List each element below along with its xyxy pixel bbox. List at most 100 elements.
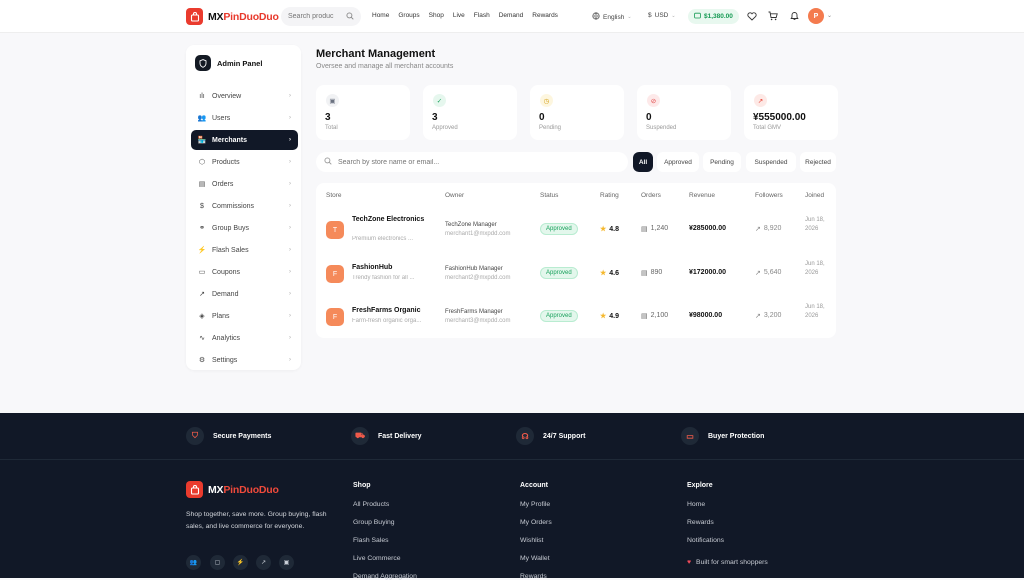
footer-link-my-orders[interactable]: My Orders xyxy=(520,519,552,526)
column-header-owner[interactable]: Owner xyxy=(445,192,464,199)
footer-link-my-wallet[interactable]: My Wallet xyxy=(520,555,550,562)
footer-link-group-buying[interactable]: Group Buying xyxy=(353,519,395,526)
footer-link-all-products[interactable]: All Products xyxy=(353,501,389,508)
merchant-search[interactable] xyxy=(316,152,628,172)
package-icon[interactable]: ▢ xyxy=(210,555,225,570)
revenue: ¥98000.00 xyxy=(689,312,723,319)
trend-icon[interactable]: ↗ xyxy=(256,555,271,570)
footer-link-rewards[interactable]: Rewards xyxy=(687,519,714,526)
sidebar-item-orders[interactable]: ▤ Orders › xyxy=(191,174,298,194)
sidebar-item-coupons[interactable]: ▭ Coupons › xyxy=(191,262,298,282)
joined-date: Jun 18, 2026 xyxy=(805,217,825,232)
shopping-bag-icon xyxy=(186,8,203,25)
store-name[interactable]: FashionHub xyxy=(352,263,427,273)
language-label: English xyxy=(603,13,625,21)
brand-logo[interactable]: MXPinDuoDuo xyxy=(186,8,279,25)
column-header-revenue[interactable]: Revenue xyxy=(689,192,715,199)
nav-flash[interactable]: Flash xyxy=(474,12,490,19)
stat-label: Approved xyxy=(432,125,458,131)
sidebar-item-products[interactable]: ⬡ Products › xyxy=(191,152,298,172)
store-name[interactable]: FreshFarms Organic xyxy=(352,306,427,316)
lightning-icon[interactable]: ⚡ xyxy=(233,555,248,570)
currency-select[interactable]: $ USD ⌄ xyxy=(648,12,676,19)
stat-icon: ✓ xyxy=(433,94,446,107)
header-search-input[interactable] xyxy=(288,13,340,20)
bell-icon[interactable] xyxy=(788,10,800,22)
sidebar-item-commissions[interactable]: $ Commissions › xyxy=(191,196,298,216)
store-icon[interactable]: ▣ xyxy=(279,555,294,570)
stat-icon: ◷ xyxy=(540,94,553,107)
nav-demand[interactable]: Demand xyxy=(499,12,524,19)
dollar-icon: $ xyxy=(648,12,652,19)
nav-shop[interactable]: Shop xyxy=(429,12,444,19)
filter-approved[interactable]: Approved xyxy=(657,152,699,172)
brand-mx: MX xyxy=(208,10,224,23)
sidebar-item-analytics[interactable]: ∿ Analytics › xyxy=(191,328,298,348)
trend-icon: ↗ xyxy=(755,313,761,320)
merchant-search-input[interactable] xyxy=(338,158,618,166)
sidebar-item-group-buys[interactable]: ⚭ Group Buys › xyxy=(191,218,298,238)
column-header-store[interactable]: Store xyxy=(326,192,342,199)
chevron-right-icon: › xyxy=(289,137,291,143)
nav-rewards[interactable]: Rewards xyxy=(532,12,558,19)
filter-pending[interactable]: Pending xyxy=(703,152,741,172)
rating-value: 4.6 xyxy=(609,269,620,277)
sidebar-item-flash-sales[interactable]: ⚡ Flash Sales › xyxy=(191,240,298,260)
sidebar-item-plans[interactable]: ◈ Plans › xyxy=(191,306,298,326)
dollar-icon: $ xyxy=(200,202,204,210)
filter-all[interactable]: All xyxy=(633,152,653,172)
footer-link-home[interactable]: Home xyxy=(687,501,705,508)
trend-icon: ↗ xyxy=(199,291,205,298)
footer-link-my-profile[interactable]: My Profile xyxy=(520,501,550,508)
sidebar-item-demand[interactable]: ↗ Demand › xyxy=(191,284,298,304)
footer-link-notifications[interactable]: Notifications xyxy=(687,537,724,544)
headphones-icon: ☊ xyxy=(516,427,534,445)
stat-value: 3 xyxy=(432,112,438,123)
footer-link-flash-sales[interactable]: Flash Sales xyxy=(353,537,389,544)
column-header-status[interactable]: Status xyxy=(540,192,558,199)
language-select[interactable]: English ⌄ xyxy=(592,12,632,22)
footer-link-rewards[interactable]: Rewards xyxy=(520,573,547,580)
column-header-joined[interactable]: Joined xyxy=(805,192,824,199)
chevron-right-icon: › xyxy=(289,247,291,253)
main-nav: Home Groups Shop Live Flash Demand Rewar… xyxy=(372,12,558,19)
table-row[interactable]: F FashionHub Trendy fashion for all ... Fas… xyxy=(316,251,836,295)
sidebar-item-settings[interactable]: ⚙ Settings › xyxy=(191,350,298,370)
footer-link-demand-aggregation[interactable]: Demand Aggregation xyxy=(353,573,417,580)
cart-icon[interactable] xyxy=(767,10,779,22)
chevron-right-icon: › xyxy=(289,115,291,121)
stat-value: 3 xyxy=(325,112,331,123)
stat-card-pending: ◷ 0 Pending xyxy=(530,85,624,140)
stat-card-total-gmv: ↗ ¥555000.00 Total GMV xyxy=(744,85,838,140)
nav-home[interactable]: Home xyxy=(372,12,389,19)
column-header-followers[interactable]: Followers xyxy=(755,192,783,199)
shield-icon: ⛉ xyxy=(186,427,204,445)
avatar[interactable]: P xyxy=(808,8,824,24)
footer-description: Shop together, save more. Group buying, … xyxy=(186,511,327,530)
column-header-rating[interactable]: Rating xyxy=(600,192,619,199)
table-row[interactable]: T TechZone Electronics Premium electronics… xyxy=(316,207,836,251)
footer-link-wishlist[interactable]: Wishlist xyxy=(520,537,543,544)
chevron-down-icon[interactable]: ⌄ xyxy=(827,12,832,19)
sidebar-item-merchants[interactable]: 🏪 Merchants › xyxy=(191,130,298,150)
column-header-orders[interactable]: Orders xyxy=(641,192,661,199)
footer-logo[interactable]: MXPinDuoDuo xyxy=(186,481,279,498)
nav-live[interactable]: Live xyxy=(453,12,465,19)
users-icon[interactable]: 👥 xyxy=(186,555,201,570)
header-search[interactable] xyxy=(281,7,361,26)
orders: ▤ 1,240 xyxy=(641,225,668,233)
filter-suspended[interactable]: Suspended xyxy=(746,152,796,172)
stat-icon: ⊘ xyxy=(647,94,660,107)
brand-pdd: PinDuoDuo xyxy=(223,10,279,23)
heart-icon[interactable] xyxy=(746,10,758,22)
wallet-balance[interactable]: $1,380.00 xyxy=(688,9,739,24)
sidebar-item-overview[interactable]: ılı Overview › xyxy=(191,86,298,106)
page-title: Merchant Management xyxy=(316,48,436,60)
search-icon[interactable] xyxy=(346,11,354,22)
footer-link-live-commerce[interactable]: Live Commerce xyxy=(353,555,401,562)
store-name[interactable]: TechZone Electronics xyxy=(352,215,427,225)
table-row[interactable]: F FreshFarms Organic Farm-fresh organic or… xyxy=(316,294,836,338)
nav-groups[interactable]: Groups xyxy=(398,12,419,19)
sidebar-item-users[interactable]: 👥 Users › xyxy=(191,108,298,128)
filter-rejected[interactable]: Rejected xyxy=(800,152,836,172)
